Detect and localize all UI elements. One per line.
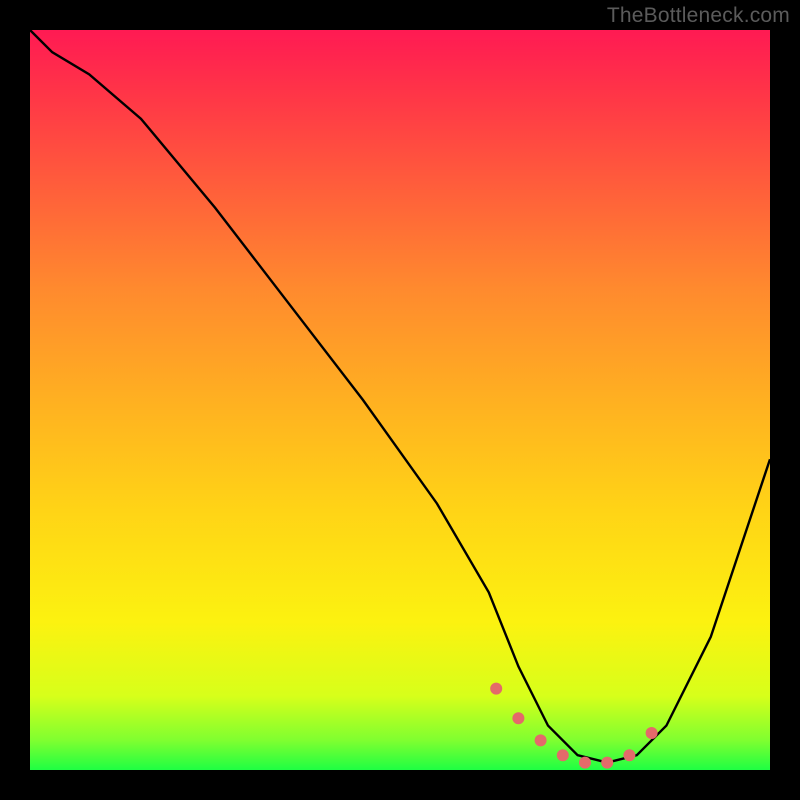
curve-layer [30, 30, 770, 770]
marker-dot [601, 757, 613, 769]
marker-dot [646, 727, 658, 739]
marker-dot [623, 749, 635, 761]
marker-dot [579, 757, 591, 769]
marker-dot [512, 712, 524, 724]
chart-stage: TheBottleneck.com [0, 0, 800, 800]
marker-dot [535, 734, 547, 746]
highlight-markers [490, 683, 657, 769]
marker-dot [557, 749, 569, 761]
bottleneck-curve [30, 30, 770, 763]
plot-area [30, 30, 770, 770]
marker-dot [490, 683, 502, 695]
watermark-text: TheBottleneck.com [607, 4, 790, 28]
